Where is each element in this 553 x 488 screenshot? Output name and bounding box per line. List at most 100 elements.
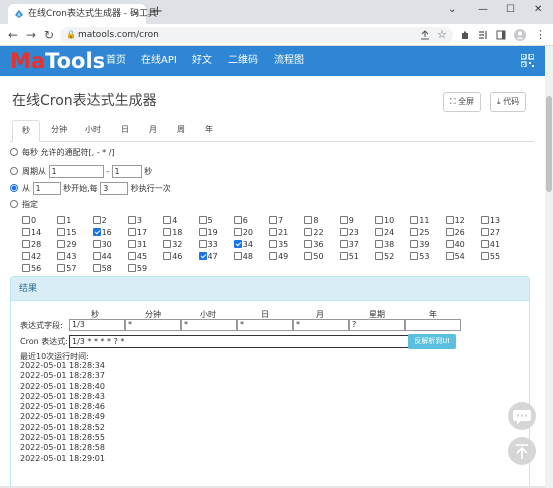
checkbox-box[interactable]: [269, 240, 278, 248]
checkbox-box[interactable]: [127, 240, 136, 248]
tab-close-icon[interactable]: ×: [132, 4, 140, 24]
checkbox-box[interactable]: [304, 228, 313, 236]
checkbox-box[interactable]: [22, 228, 30, 236]
second-checkbox[interactable]: 48: [233, 252, 253, 262]
checkbox-box[interactable]: [163, 252, 172, 260]
checkbox-box[interactable]: [410, 252, 419, 260]
second-checkbox[interactable]: 2: [92, 216, 107, 226]
checkbox-box[interactable]: [198, 252, 207, 260]
second-checkbox[interactable]: 6: [233, 216, 248, 226]
second-checkbox[interactable]: 11: [410, 216, 429, 226]
bookmark-star-icon[interactable]: ☆: [437, 27, 447, 43]
second-checkbox[interactable]: 38: [375, 240, 394, 250]
checkbox-box[interactable]: [57, 264, 66, 272]
checkbox-box[interactable]: [375, 252, 383, 260]
field-hour[interactable]: *: [181, 319, 237, 331]
second-checkbox[interactable]: 3: [127, 216, 142, 226]
checkbox-box[interactable]: [445, 216, 454, 224]
second-checkbox[interactable]: 15: [57, 228, 76, 238]
second-checkbox[interactable]: 41: [480, 240, 500, 250]
second-checkbox[interactable]: 33: [198, 240, 218, 250]
second-checkbox[interactable]: 49: [269, 252, 288, 262]
second-checkbox[interactable]: 20: [233, 228, 253, 238]
back-to-top-button[interactable]: [508, 437, 536, 465]
second-checkbox[interactable]: 28: [22, 240, 41, 250]
checkbox-box[interactable]: [22, 252, 30, 260]
qr-code-icon[interactable]: [521, 54, 534, 67]
checkbox-box[interactable]: [233, 228, 242, 236]
second-checkbox[interactable]: 50: [304, 252, 324, 262]
cycle-to-input[interactable]: 1: [111, 165, 142, 178]
checkbox-box[interactable]: [127, 264, 136, 272]
second-checkbox[interactable]: 40: [445, 240, 465, 250]
checkbox-box[interactable]: [339, 228, 348, 236]
checkbox-box[interactable]: [57, 240, 66, 248]
scrollbar-thumb[interactable]: [546, 96, 552, 192]
new-tab-icon[interactable]: +: [152, 4, 163, 20]
second-checkbox[interactable]: 39: [410, 240, 429, 250]
checkbox-box[interactable]: [339, 216, 348, 224]
second-checkbox[interactable]: 23: [339, 228, 359, 238]
tab-minute[interactable]: 分钟: [46, 120, 72, 142]
second-checkbox[interactable]: 4: [163, 216, 177, 226]
checkbox-box[interactable]: [480, 216, 489, 224]
second-checkbox[interactable]: 45: [127, 252, 147, 262]
share-icon[interactable]: [420, 30, 430, 40]
second-checkbox[interactable]: 47: [198, 252, 218, 262]
profile-avatar[interactable]: [514, 29, 526, 41]
second-checkbox[interactable]: 10: [375, 216, 394, 226]
checkbox-box[interactable]: [163, 240, 172, 248]
second-checkbox[interactable]: 51: [339, 252, 359, 262]
minimize-icon[interactable]: —: [478, 2, 488, 18]
second-checkbox[interactable]: 24: [375, 228, 394, 238]
second-checkbox[interactable]: 53: [410, 252, 429, 262]
second-checkbox[interactable]: 35: [269, 240, 288, 250]
checkbox-box[interactable]: [410, 240, 419, 248]
browser-tab[interactable]: 在线Cron表达式生成器 - 码工具 ×: [8, 4, 157, 24]
second-checkbox[interactable]: 0: [22, 216, 36, 226]
radio-cycle[interactable]: [10, 167, 18, 175]
checkbox-box[interactable]: [57, 252, 66, 260]
radio-specify[interactable]: [10, 200, 18, 208]
checkbox-box[interactable]: [57, 216, 66, 224]
second-checkbox[interactable]: 58: [92, 264, 112, 274]
second-checkbox[interactable]: 22: [304, 228, 324, 238]
tab-second[interactable]: 秒: [12, 120, 40, 142]
field-minute[interactable]: *: [125, 319, 181, 331]
checkbox-box[interactable]: [163, 228, 172, 236]
field-weekday[interactable]: ?: [349, 319, 405, 331]
nav-flowchart[interactable]: 流程图: [274, 46, 304, 76]
checkbox-box[interactable]: [92, 252, 101, 260]
side-panel-icon[interactable]: [496, 30, 506, 40]
tab-month[interactable]: 月: [142, 120, 164, 142]
parse-to-ui-button[interactable]: 反解析到UI: [408, 334, 456, 349]
second-checkbox[interactable]: 8: [304, 216, 318, 226]
option-from-every[interactable]: 从 1 秒开始,每 3 秒执行一次: [10, 182, 171, 195]
checkbox-box[interactable]: [445, 228, 454, 236]
second-checkbox[interactable]: 1: [57, 216, 71, 226]
checkbox-box[interactable]: [198, 216, 207, 224]
from-every-input[interactable]: 3: [100, 182, 129, 195]
second-checkbox[interactable]: 25: [410, 228, 429, 238]
checkbox-box[interactable]: [339, 240, 348, 248]
checkbox-box[interactable]: [445, 240, 454, 248]
checkbox-box[interactable]: [269, 228, 278, 236]
checkbox-box[interactable]: [480, 252, 489, 260]
checkbox-box[interactable]: [304, 216, 313, 224]
second-checkbox[interactable]: 30: [92, 240, 112, 250]
second-checkbox[interactable]: 12: [445, 216, 465, 226]
reload-icon[interactable]: ↻: [44, 27, 54, 43]
checkbox-box[interactable]: [92, 228, 101, 236]
second-checkbox[interactable]: 7: [269, 216, 283, 226]
nav-articles[interactable]: 好文: [192, 46, 212, 76]
second-checkbox[interactable]: 44: [92, 252, 112, 262]
nav-qrcode[interactable]: 二维码: [228, 46, 258, 76]
checkbox-box[interactable]: [339, 252, 348, 260]
second-checkbox[interactable]: 55: [480, 252, 500, 262]
second-checkbox[interactable]: 37: [339, 240, 359, 250]
checkbox-box[interactable]: [480, 240, 489, 248]
second-checkbox[interactable]: 52: [375, 252, 394, 262]
window-close-icon[interactable]: ✕: [534, 2, 542, 18]
second-checkbox[interactable]: 14: [22, 228, 41, 238]
second-checkbox[interactable]: 9: [339, 216, 354, 226]
